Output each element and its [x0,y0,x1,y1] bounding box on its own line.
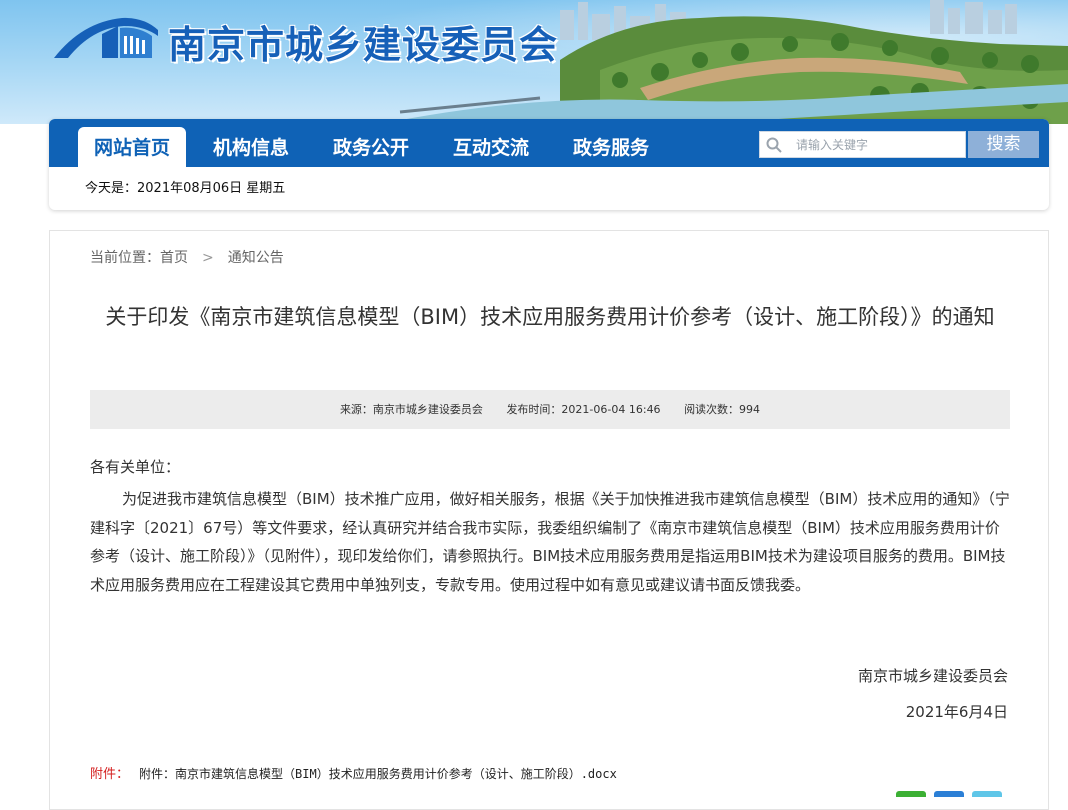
share-qzone-icon[interactable] [934,791,964,797]
main-nav-bar: 网站首页 机构信息 政务公开 互动交流 政务服务 搜索 [49,119,1049,167]
article-signer: 南京市城乡建设委员会 [857,667,1008,685]
attachment-row: 附件： 附件：南京市建筑信息模型（BIM）技术应用服务费用计价参考（设计、施工阶段… [90,763,617,782]
navigation-panel: 网站首页 机构信息 政务公开 互动交流 政务服务 搜索 今天是：2021年08月… [49,119,1049,210]
header-banner: 南京市城乡建设委员会 [0,0,1068,124]
search-button[interactable]: 搜索 [968,131,1039,158]
article-publish-time: 发布时间：2021-06-04 16:46 [506,403,661,416]
nav-item-services[interactable]: 政务服务 [559,127,663,167]
article-meta-bar: 来源：南京市城乡建设委员会 发布时间：2021-06-04 16:46 阅读次数… [90,390,1010,429]
search-input[interactable] [796,134,961,155]
nanjing-construction-logo [54,17,158,58]
search-icon [766,137,782,153]
article-sign-date: 2021年6月4日 [905,703,1008,721]
article-salutation: 各有关单位： [90,458,181,476]
search-box [759,131,966,158]
breadcrumb-home-link[interactable]: 首页 [160,247,188,267]
breadcrumb-separator: > [202,250,214,266]
attachment-label: 附件： [90,767,130,782]
article-view-count: 阅读次数：994 [684,403,761,416]
attachment-file-link[interactable]: 附件：南京市建筑信息模型（BIM）技术应用服务费用计价参考（设计、施工阶段）.d… [139,767,617,781]
article-body: 各有关单位： 为促进我市建筑信息模型（BIM）技术推广应用，做好相关服务，根据《… [90,455,1010,599]
nav-item-interaction[interactable]: 互动交流 [439,127,543,167]
nav-item-home[interactable]: 网站首页 [78,127,186,167]
article-container: 当前位置：首页 > 通知公告 关于印发《南京市建筑信息模型（BIM）技术应用服务费用… [49,230,1049,810]
share-wechat-icon[interactable] [896,791,926,797]
article-title: 关于印发《南京市建筑信息模型（BIM）技术应用服务费用计价参考（设计、施工阶段）… [105,305,995,329]
breadcrumb-current-link[interactable]: 通知公告 [228,247,284,267]
share-weibo-icon[interactable] [972,791,1002,797]
site-title: 南京市城乡建设委员会 [168,22,559,67]
breadcrumb-prefix: 当前位置： [90,250,160,266]
breadcrumb: 当前位置：首页 > 通知公告 [90,247,284,267]
article-source: 来源：南京市城乡建设委员会 [339,403,483,416]
nav-item-organization[interactable]: 机构信息 [199,127,303,167]
current-date: 今天是：2021年08月06日 星期五 [85,181,286,196]
nav-item-government-affairs[interactable]: 政务公开 [319,127,423,167]
article-paragraph: 为促进我市建筑信息模型（BIM）技术推广应用，做好相关服务，根据《关于加快推进我… [90,490,1010,594]
